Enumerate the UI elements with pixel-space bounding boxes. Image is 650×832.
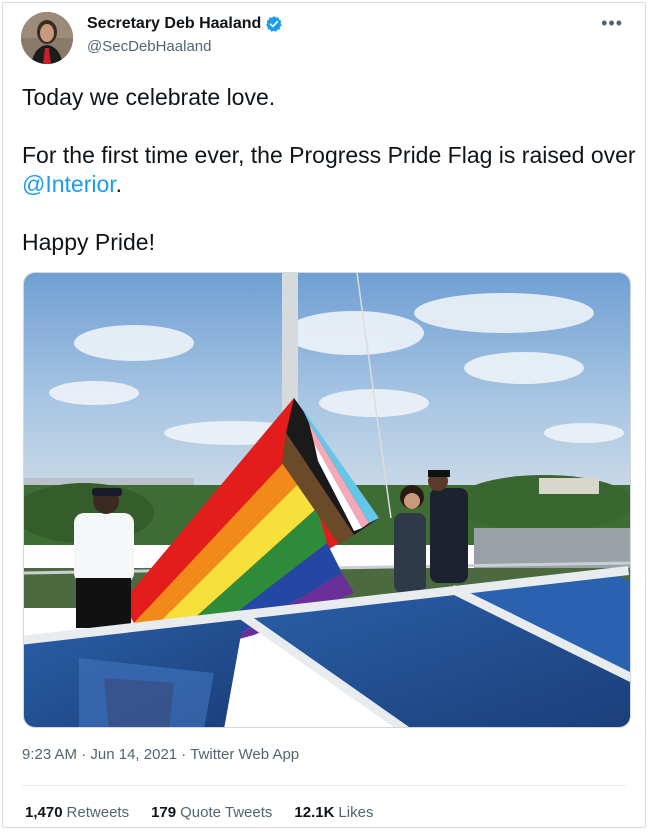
tweet-line-2-period: .: [115, 171, 123, 197]
author-avatar[interactable]: [21, 12, 73, 64]
tweet-text: Today we celebrate love. For the first t…: [22, 83, 637, 257]
meta-separator-1: ·: [77, 746, 91, 763]
tweet-date[interactable]: Jun 14, 2021: [90, 746, 177, 763]
likes-label: Likes: [338, 804, 374, 821]
verified-badge-icon: [265, 15, 283, 33]
tweet-line-2-text: For the first time ever, the Progress Pr…: [22, 142, 636, 168]
tweet-line-1: Today we celebrate love.: [22, 84, 276, 110]
retweets-stat[interactable]: 1,470 Retweets: [25, 804, 129, 821]
tweet-stats: 1,470 Retweets 179 Quote Tweets 12.1K Likes: [25, 804, 373, 821]
retweets-label: Retweets: [66, 804, 130, 821]
author-handle[interactable]: @SecDebHaaland: [87, 38, 211, 55]
tweet-metadata: 9:23 AM · Jun 14, 2021 · Twitter Web App: [22, 746, 299, 763]
tweet-source[interactable]: Twitter Web App: [190, 746, 299, 763]
quote-tweets-count: 179: [151, 804, 177, 821]
tweet-card: Secretary Deb Haaland @SecDebHaaland •••…: [2, 2, 646, 828]
stats-divider: [22, 785, 626, 786]
retweets-count: 1,470: [25, 804, 63, 821]
more-options-icon[interactable]: •••: [601, 13, 623, 34]
tweet-line-2: For the first time ever, the Progress Pr…: [22, 141, 637, 199]
meta-separator-2: ·: [177, 746, 191, 763]
likes-count: 12.1K: [294, 804, 335, 821]
quote-tweets-stat[interactable]: 179 Quote Tweets: [151, 804, 272, 821]
mention-link[interactable]: @Interior: [22, 171, 116, 197]
author-display-name[interactable]: Secretary Deb Haaland: [87, 15, 261, 33]
tweet-line-3: Happy Pride!: [22, 229, 155, 255]
likes-stat[interactable]: 12.1K Likes: [294, 804, 373, 821]
quote-tweets-label: Quote Tweets: [180, 804, 273, 821]
tweet-time[interactable]: 9:23 AM: [22, 746, 77, 763]
tweet-media-photo[interactable]: [23, 272, 631, 728]
